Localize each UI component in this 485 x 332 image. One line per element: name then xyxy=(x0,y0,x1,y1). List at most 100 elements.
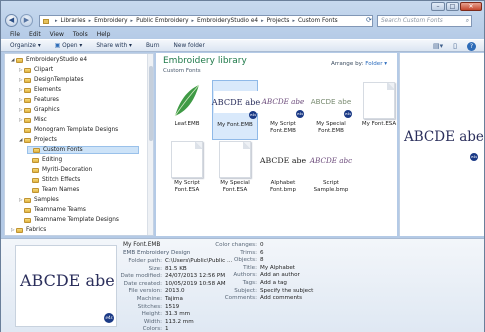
thumbnail-sample-text: ABCDE abe xyxy=(211,97,261,107)
page-corner-icon xyxy=(195,142,202,149)
help-icon[interactable]: ? xyxy=(467,42,476,51)
tree-item[interactable]: ▷ Fabrics xyxy=(11,226,46,234)
menu-edit[interactable]: Edit xyxy=(29,31,41,38)
organize-button[interactable]: Organize ▾ xyxy=(10,43,41,49)
tree-item[interactable]: Custom Fonts xyxy=(27,146,139,154)
arrange-by-dropdown[interactable]: Folder ▾ xyxy=(365,61,387,67)
file-thumbnail: ABCDE abe xyxy=(261,90,305,112)
thumbnail-sample-text: ABCDE abe xyxy=(310,96,352,106)
tree-item[interactable]: Teamname Teams xyxy=(19,206,86,214)
breadcrumb-custom-fonts[interactable]: Custom Fonts xyxy=(298,18,338,24)
breadcrumb-separator-icon: ▸ xyxy=(191,18,195,24)
share-with-button[interactable]: Share with ▾ xyxy=(96,43,132,49)
preview-sample-text: ABCDE abe xyxy=(404,129,484,145)
back-button[interactable]: ◀ xyxy=(5,14,18,27)
view-controls: ▤▾ ▯ ? xyxy=(433,42,476,51)
breadcrumb-separator-icon: ▸ xyxy=(292,18,295,24)
search-input[interactable]: Search Custom Fonts ⌕ xyxy=(377,15,472,27)
tree-item-label: Fabrics xyxy=(26,227,47,233)
file-name-label: Script Sample.bmp xyxy=(313,180,349,193)
preview-image: ABCDE abe e4s xyxy=(404,127,484,167)
file-tile[interactable]: My Special Font.ESA xyxy=(212,139,258,199)
tree-item-label: Myriti-Decoration xyxy=(42,167,93,173)
tree-item-label: EmbroideryStudio e4 xyxy=(26,57,88,63)
tree-item[interactable]: Editing xyxy=(27,156,62,164)
command-toolbar: Organize ▾ ▣ Open ▾ Share with ▾ Burn Ne… xyxy=(1,39,484,52)
tree-item-label: Team Names xyxy=(42,187,80,193)
page-corner-icon xyxy=(387,83,394,90)
breadcrumb-projects[interactable]: Projects xyxy=(267,18,290,24)
details-property-value: 113.2 mm xyxy=(165,318,194,325)
tree-item[interactable]: ▷ DesignTemplates xyxy=(19,76,84,84)
folder-icon xyxy=(32,187,39,193)
folder-icon xyxy=(32,167,39,173)
breadcrumb-embroidery[interactable]: Embroidery xyxy=(94,18,127,24)
file-tile[interactable]: My Script Font.ESA xyxy=(164,139,210,199)
file-tile[interactable]: ABCDE abe e4s My Font.EMB xyxy=(211,80,261,140)
address-bar[interactable]: ▸ Libraries ▸ Embroidery ▸ Public Embroi… xyxy=(39,15,373,27)
preview-pane-icon[interactable]: ▯ xyxy=(453,42,457,51)
e4-badge-icon: e4s xyxy=(104,313,114,323)
file-tile[interactable]: Leaf.EMB xyxy=(164,80,210,140)
menu-view[interactable]: View xyxy=(50,31,64,38)
menu-tools[interactable]: Tools xyxy=(73,31,88,38)
open-button[interactable]: ▣ Open ▾ xyxy=(55,43,83,49)
breadcrumb-separator-icon: ▸ xyxy=(55,18,58,24)
close-button[interactable]: ✕ xyxy=(460,2,482,11)
details-property-name: Comments: xyxy=(224,295,257,302)
details-property-value[interactable]: Add comments xyxy=(260,295,302,303)
navigation-pane: ◢ EmbroideryStudio e4 ▷ Clipart ▷ DesignTempl… xyxy=(4,53,154,236)
forward-button[interactable]: ▶ xyxy=(20,14,33,27)
tree-item-label: Teamname Template Designs xyxy=(34,217,119,223)
tree-item-label: Samples xyxy=(34,197,59,203)
arrange-by: Arrange by: Folder ▾ xyxy=(331,61,387,67)
back-arrow-icon: ◀ xyxy=(8,16,15,24)
breadcrumb-embroiderystudio[interactable]: EmbroideryStudio e4 xyxy=(197,18,258,24)
file-thumbnail: ABCDE abe xyxy=(309,90,353,112)
tree-item[interactable]: ▷ Elements xyxy=(19,86,61,94)
tree-item-label: Editing xyxy=(42,157,63,163)
details-pane: ABCDE abe e4s My Font.EMB EMB Embroidery… xyxy=(1,238,484,332)
tree-item-label: Monogram Template Designs xyxy=(34,127,119,133)
maximize-button[interactable]: □ xyxy=(446,2,459,11)
tree-item[interactable]: ▷ Misc xyxy=(19,116,47,124)
menu-file[interactable]: File xyxy=(10,31,20,38)
tree-item[interactable]: Teamname Template Designs xyxy=(19,216,119,224)
nav-scroll-thumb[interactable] xyxy=(149,66,153,141)
menu-help[interactable]: Help xyxy=(97,31,111,38)
file-tile[interactable]: ABCDE abc Script Sample.bmp xyxy=(308,139,354,199)
library-subtitle: Custom Fonts xyxy=(163,68,201,74)
file-list-area: Embroidery library Custom Fonts Arrange … xyxy=(156,53,397,236)
tree-item-label: Stitch Effects xyxy=(42,177,81,183)
tree-item[interactable]: Stitch Effects xyxy=(27,176,80,184)
nav-scrollbar[interactable] xyxy=(147,54,153,235)
burn-button[interactable]: Burn xyxy=(146,43,160,49)
minimize-button[interactable]: – xyxy=(431,2,445,11)
refresh-icon[interactable]: ⟳ xyxy=(366,16,372,24)
file-tile[interactable]: ABCDE abe e4s My Script Font.EMB xyxy=(260,80,306,140)
tree-item[interactable]: ▷ Graphics xyxy=(19,106,60,114)
tree-item[interactable]: Team Names xyxy=(27,186,79,194)
breadcrumb-libraries[interactable]: Libraries xyxy=(61,18,86,24)
file-name-label: My Font.EMB xyxy=(217,122,253,128)
tree-item[interactable]: Monogram Template Designs xyxy=(19,126,118,134)
folder-icon xyxy=(33,147,40,153)
file-name-label: Leaf.EMB xyxy=(174,121,200,127)
tree-item[interactable]: ▷ Samples xyxy=(19,196,59,204)
tree-item[interactable]: ▷ Clipart xyxy=(19,66,53,74)
tree-item[interactable]: ▷ Features xyxy=(19,96,59,104)
tree-item[interactable]: Myriti-Decoration xyxy=(27,166,92,174)
file-tile[interactable]: My Font.ESA xyxy=(356,80,397,140)
tree-item[interactable]: ◢ Projects xyxy=(19,136,57,144)
file-tile[interactable]: ABCDE abe e4s My Special Font.EMB xyxy=(308,80,354,140)
change-view-icon[interactable]: ▤▾ xyxy=(433,42,443,51)
breadcrumb-public-embroidery[interactable]: Public Embroidery xyxy=(136,18,188,24)
new-folder-button[interactable]: New folder xyxy=(174,43,205,49)
tree-item[interactable]: ◢ EmbroideryStudio e4 xyxy=(11,56,87,64)
file-thumbnail: ABCDE abe xyxy=(211,91,261,113)
library-title: Embroidery library xyxy=(163,56,247,66)
folder-icon xyxy=(24,117,31,123)
file-tile[interactable]: ABCDE abe Alphabet Font.bmp xyxy=(260,139,306,199)
file-name-label: My Script Font.EMB xyxy=(270,121,296,134)
details-property: Comments: Add comments xyxy=(211,295,302,303)
